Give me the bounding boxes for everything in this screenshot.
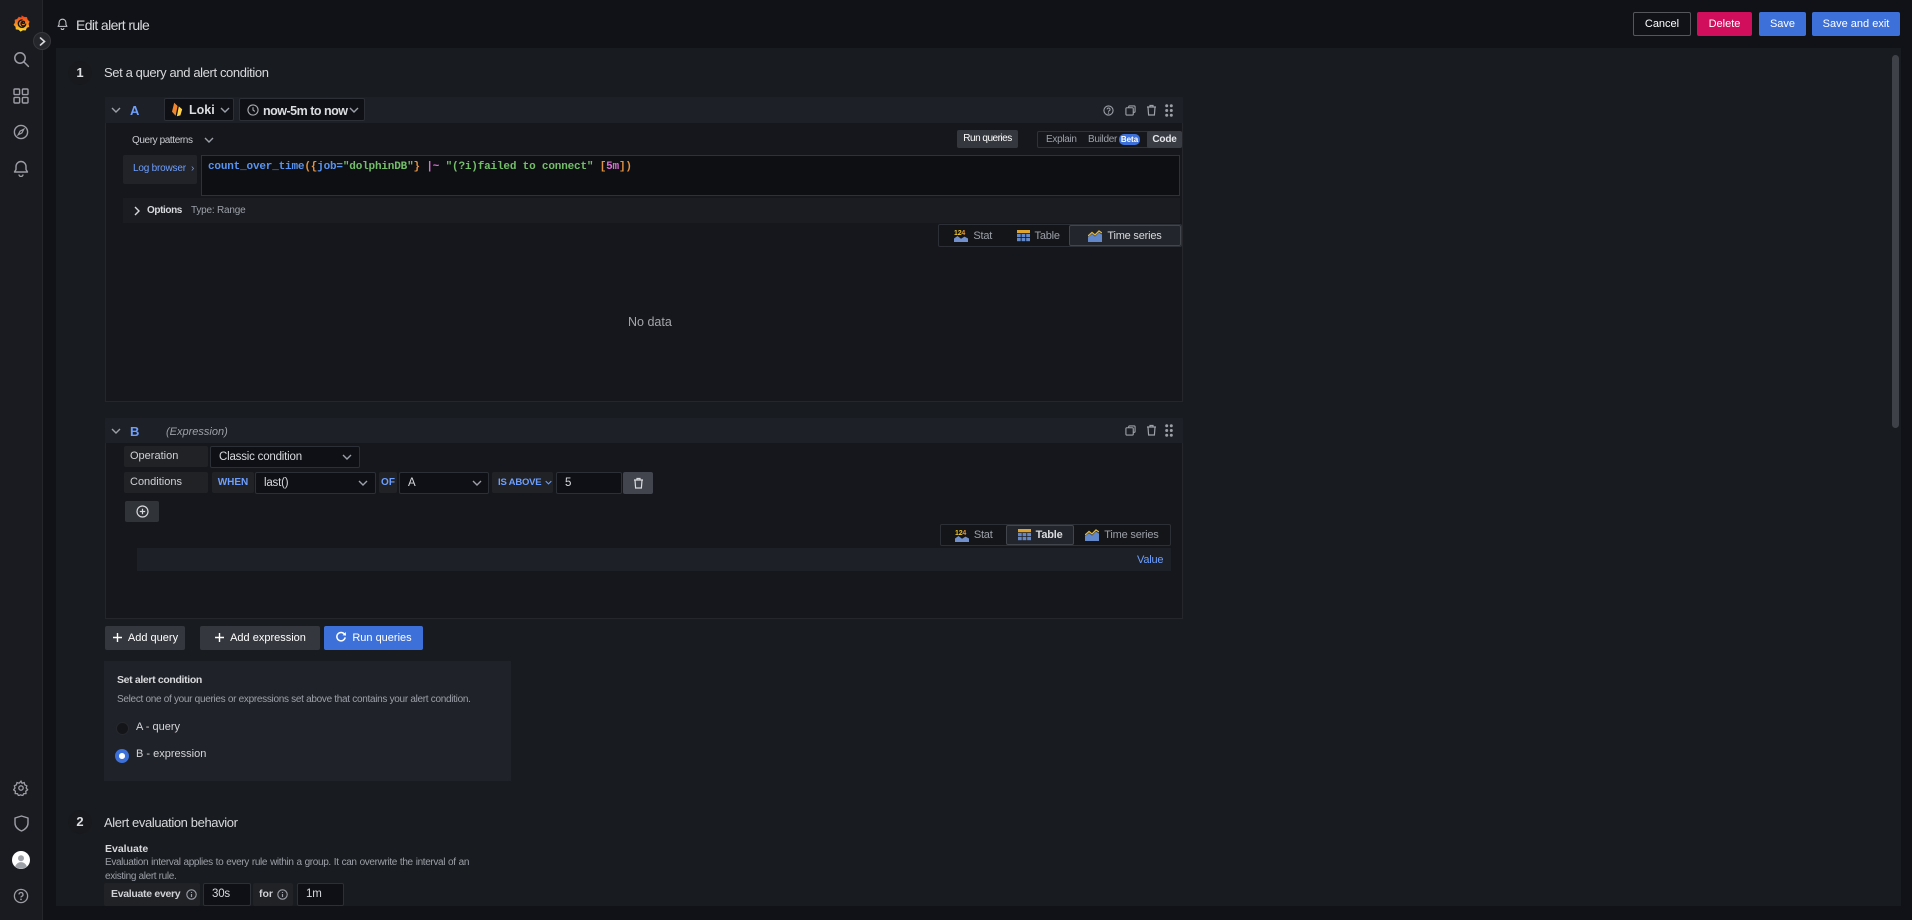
svg-text:124: 124 [954, 230, 965, 237]
svg-text:124: 124 [955, 530, 966, 537]
